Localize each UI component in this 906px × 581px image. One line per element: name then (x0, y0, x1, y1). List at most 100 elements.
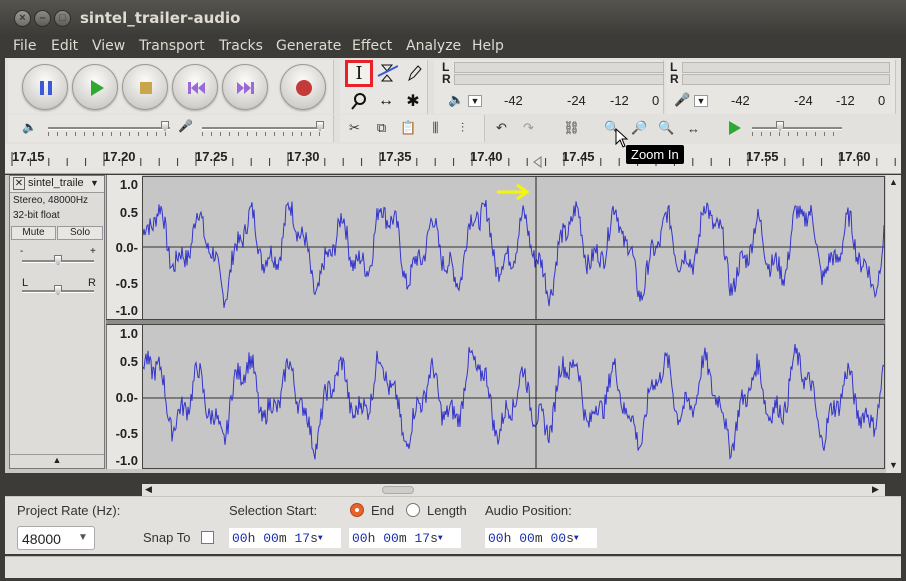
mute-button[interactable]: Mute (11, 226, 56, 240)
zoom-tool-button[interactable] (347, 89, 371, 113)
undo-button[interactable]: ↶ (490, 117, 513, 139)
audio-position-time[interactable]: 00 h 00 m 00 s ▼ (485, 528, 597, 548)
cut-button[interactable]: ✂ (343, 117, 366, 139)
paste-button[interactable]: 📋 (397, 117, 420, 139)
timeshift-tool-button[interactable]: ↔ (374, 89, 398, 113)
chevron-down-icon[interactable]: ▼ (318, 534, 323, 543)
pause-button[interactable] (22, 64, 68, 110)
menu-analyze[interactable]: Analyze (406, 38, 461, 54)
play-speed-slider[interactable] (752, 127, 842, 130)
solo-button[interactable]: Solo (57, 226, 103, 240)
selection-end-time[interactable]: 00 h 00 m 17 s ▼ (349, 528, 461, 548)
axis-label: 1.0 (119, 177, 138, 192)
chevron-down-icon[interactable]: ▼ (574, 534, 579, 543)
vertical-scrollbar[interactable]: ▲ ▼ (886, 175, 901, 473)
record-meter-left[interactable] (682, 62, 890, 73)
gain-thumb[interactable] (54, 255, 62, 265)
playback-meter-right[interactable] (454, 74, 664, 85)
annotation-arrow-icon (497, 183, 530, 201)
menu-file[interactable]: File (13, 38, 36, 54)
menu-generate[interactable]: Generate (276, 38, 341, 54)
axis-label: -1.0 (115, 303, 138, 318)
playback-volume-slider[interactable] (48, 127, 170, 130)
horizontal-scrollbar[interactable]: ◀ ▶ (142, 484, 885, 496)
audio-position-label: Audio Position: (485, 503, 572, 518)
collapse-track-button[interactable]: ▲ (10, 454, 104, 468)
close-track-button[interactable]: ✕ (13, 177, 25, 190)
skip-end-icon (237, 82, 254, 94)
zoom-out-button[interactable]: 🔎 (628, 117, 651, 139)
menu-edit[interactable]: Edit (51, 38, 78, 54)
mouse-cursor-icon (615, 128, 629, 148)
selection-tool-button[interactable]: I (345, 60, 373, 87)
meter-scale-label: -42 (731, 93, 750, 108)
ruler-ticks (11, 152, 896, 166)
project-rate-combo[interactable]: 48000 ▼ (17, 526, 95, 550)
draw-tool-button[interactable] (402, 61, 426, 85)
minimize-window-button[interactable]: – (34, 10, 51, 27)
slider-ticks (752, 132, 842, 136)
project-rate-value: 48000 (22, 531, 61, 547)
scissors-icon: ✂ (349, 120, 360, 135)
record-meter-dropdown[interactable]: ▼ (694, 95, 708, 107)
stop-button[interactable] (122, 64, 168, 110)
envelope-tool-button[interactable] (375, 61, 399, 85)
chevron-down-icon[interactable]: ▼ (438, 534, 443, 543)
silence-button[interactable]: ⫶ (451, 117, 474, 139)
skip-to-end-button[interactable] (222, 64, 268, 110)
end-radio[interactable] (350, 503, 364, 517)
play-at-speed-button[interactable] (722, 117, 745, 139)
meter-scale-label: -24 (567, 93, 586, 108)
copy-icon: ⧉ (376, 120, 387, 135)
playback-meter-dropdown[interactable]: ▼ (468, 95, 482, 107)
paste-icon: 📋 (400, 120, 417, 135)
scroll-right-icon[interactable]: ▶ (872, 484, 879, 495)
menu-help[interactable]: Help (472, 38, 504, 54)
i-beam-icon: I (355, 63, 363, 84)
slider-ticks (202, 132, 324, 136)
close-window-button[interactable]: × (14, 10, 31, 27)
play-button[interactable] (72, 64, 118, 110)
waveform-channel (142, 199, 885, 308)
length-radio[interactable] (406, 503, 420, 517)
skip-start-icon (188, 82, 205, 94)
slider-ticks (48, 132, 170, 136)
menu-effect[interactable]: Effect (352, 38, 392, 54)
sync-lock-button[interactable]: ⛓ (560, 117, 583, 139)
scroll-down-icon[interactable]: ▼ (889, 460, 898, 470)
fit-selection-button[interactable]: 🔍 (655, 117, 678, 139)
track-name-bar[interactable]: ✕ sintel_traile ▼ (10, 176, 104, 193)
menu-view[interactable]: View (92, 38, 125, 54)
record-button[interactable] (280, 64, 326, 110)
record-volume-slider[interactable] (202, 127, 324, 130)
axis-label: -1.0 (115, 453, 138, 468)
snap-to-checkbox[interactable] (201, 531, 214, 544)
channel-divider[interactable] (106, 319, 885, 325)
record-meter-right[interactable] (682, 74, 890, 85)
menu-tracks[interactable]: Tracks (219, 38, 263, 54)
redo-button[interactable]: ↷ (517, 117, 540, 139)
selection-start-time[interactable]: 00 h 00 m 17 s ▼ (229, 528, 341, 548)
pause-icon (40, 81, 52, 95)
play-head-marker (533, 156, 542, 168)
end-label: End (371, 503, 395, 518)
fit-project-button[interactable]: ↔ (682, 117, 705, 139)
trim-button[interactable]: ⫼ (424, 117, 447, 139)
meter-scale-label: 0 (652, 93, 660, 108)
scroll-up-icon[interactable]: ▲ (889, 177, 898, 187)
waveform-channel (142, 343, 885, 460)
multi-tool-icon: ✱ (406, 93, 420, 110)
skip-to-start-button[interactable] (172, 64, 218, 110)
multi-tool-button[interactable]: ✱ (401, 89, 425, 113)
track-name: sintel_traile (28, 177, 84, 189)
menu-transport[interactable]: Transport (139, 38, 205, 54)
track-menu-arrow-icon[interactable]: ▼ (90, 178, 99, 188)
maximize-window-button[interactable]: □ (54, 10, 71, 27)
pan-right-label: R (88, 277, 96, 289)
copy-button[interactable]: ⧉ (370, 117, 393, 139)
playback-meter-left[interactable] (454, 62, 664, 73)
play-icon (728, 121, 741, 135)
pan-thumb[interactable] (54, 285, 62, 295)
scroll-left-icon[interactable]: ◀ (145, 484, 152, 495)
scroll-thumb[interactable] (382, 486, 414, 494)
